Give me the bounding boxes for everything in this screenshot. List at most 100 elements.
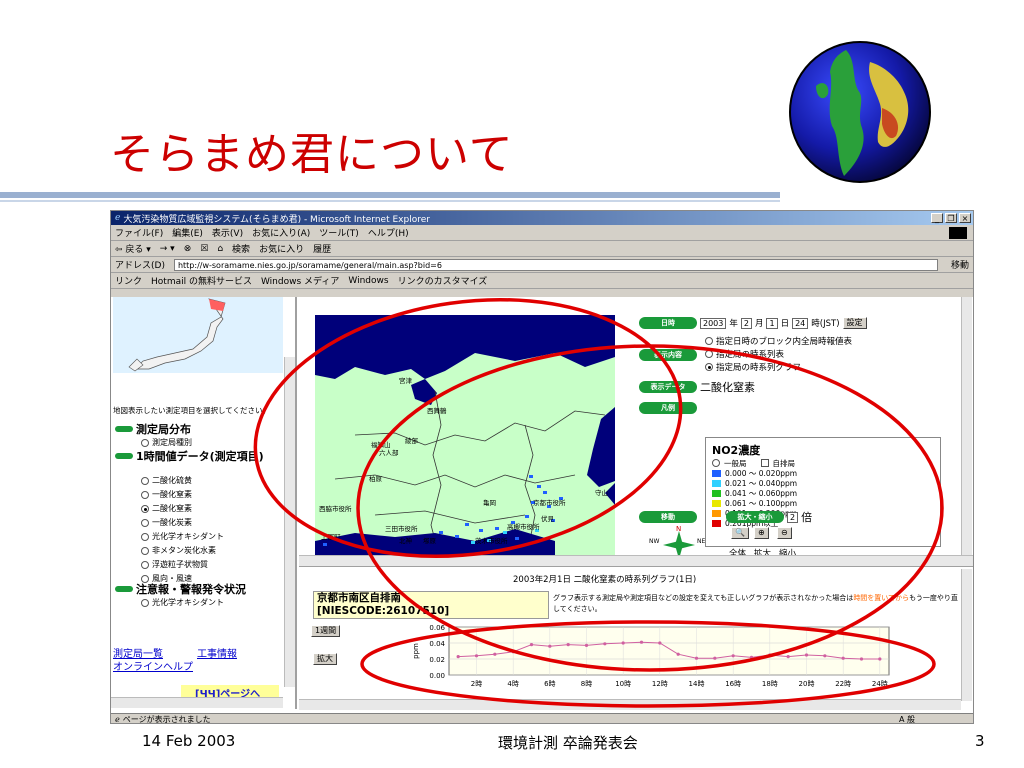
x-tick-label: 18時 (762, 680, 778, 688)
address-bar: アドレス(D) http://w-soramame.nies.go.jp/sor… (111, 257, 973, 273)
display-option-2[interactable]: 指定局の時系列表 (705, 348, 784, 360)
footer-date: 14 Feb 2003 (142, 732, 236, 750)
radio-ox[interactable]: 光化学オキシダント (141, 531, 224, 542)
x-tick-label: 10時 (615, 680, 631, 688)
status-bar: ℯ ページが表示されました A 般 (111, 713, 973, 723)
graph-note-main: グラフ表示する測定局や測定項目などの設定を変えても正しいグラフが表示されなかった… (553, 594, 854, 602)
back-button[interactable]: ⇦ 戻る ▾ (115, 242, 151, 255)
graph-horizontal-scrollbar[interactable] (299, 699, 961, 710)
display-option-3[interactable]: 指定局の時系列グラフ (705, 361, 801, 373)
display-option-1[interactable]: 指定日時のブロック内全局時報値表 (705, 335, 852, 347)
zoom-in-button[interactable]: ⊕ (754, 527, 769, 539)
title-rule-thin (0, 200, 780, 202)
radio-label: 指定局の時系列グラフ (716, 363, 802, 373)
data-point (804, 653, 809, 657)
link-customize[interactable]: リンクのカスタマイズ (398, 274, 488, 287)
radio-nmhc[interactable]: 非メタン炭化水素 (141, 545, 216, 556)
graph-vertical-scrollbar[interactable] (961, 569, 972, 701)
zoom-button: 拡大・縮小 (726, 511, 784, 523)
section-pill-icon (115, 426, 133, 432)
radio-label: 二酸化硫黄 (152, 476, 192, 485)
year-select[interactable]: 2003 (700, 317, 727, 329)
one-week-button[interactable]: 1週間 (311, 625, 341, 637)
radio-indicator (705, 363, 713, 371)
radio-alert-ox[interactable]: 光化学オキシダント (141, 597, 224, 608)
hour-select[interactable]: 24 (792, 317, 809, 329)
pollution-map[interactable]: 宮津 西舞鶴 福知山 綾部 六人部 柏原 西脇市役所 亀岡 京都市役所 伏見 守… (315, 315, 615, 555)
map-label-kita: 北神 (399, 536, 412, 545)
radio-spm[interactable]: 浮遊粒子状物質 (141, 559, 208, 570)
menu-edit[interactable]: 編集(E) (172, 226, 203, 239)
graph-note: グラフ表示する測定局や測定項目などの設定を変えても正しいグラフが表示されなかった… (553, 593, 959, 615)
data-point (749, 655, 754, 659)
data-point (841, 656, 845, 660)
data-point (511, 650, 515, 654)
radio-label: 光化学オキシダント (152, 598, 224, 607)
footer-event: 環境計測 卒論発表会 (498, 734, 638, 752)
home-button[interactable]: ⌂ (217, 244, 223, 254)
x-tick-label: 14時 (689, 680, 705, 688)
radio-label: 浮遊粒子状物質 (152, 560, 208, 569)
link-hotmail[interactable]: Hotmail の無料サービス (151, 274, 252, 287)
map-label-nishiwaki: 西脇市役所 (319, 504, 352, 513)
forward-button[interactable]: → ▾ (160, 244, 175, 254)
left-horizontal-scrollbar[interactable] (111, 697, 283, 708)
radio-indicator (705, 337, 713, 345)
left-vertical-scrollbar[interactable] (284, 357, 295, 687)
legend-level-0: 0.000 〜 0.020ppm (712, 468, 934, 478)
radio-co[interactable]: 一酸化炭素 (141, 517, 192, 528)
expand-button[interactable]: 拡大 (313, 653, 337, 665)
stop-button[interactable]: ⊗ (184, 244, 192, 254)
set-button[interactable]: 設定 (842, 317, 867, 329)
menu-file[interactable]: ファイル(F) (115, 226, 163, 239)
map-label-kameoka: 亀岡 (483, 498, 496, 507)
radio-indicator (705, 350, 713, 358)
links-bar: リンク Hotmail の無料サービス Windows メディア Windows… (111, 273, 973, 289)
menu-favorites[interactable]: お気に入り(A) (252, 226, 310, 239)
favorites-button[interactable]: お気に入り (259, 242, 304, 255)
graph-note-link[interactable]: 時間を置いてから (853, 594, 909, 602)
menu-view[interactable]: 表示(V) (212, 226, 243, 239)
link-windows[interactable]: Windows (348, 276, 388, 286)
map-label-nishimaizuru: 西舞鶴 (427, 406, 447, 415)
search-button[interactable]: 検索 (232, 242, 250, 255)
link-online-help[interactable]: オンラインヘルプ (113, 658, 193, 673)
refresh-button[interactable]: ☒ (200, 244, 208, 254)
map-frame: 宮津 西舞鶴 福知山 綾部 六人部 柏原 西脇市役所 亀岡 京都市役所 伏見 守… (299, 297, 973, 567)
menu-help[interactable]: ヘルプ(H) (368, 226, 409, 239)
slide-title: そらまめ君について (110, 129, 514, 180)
radio-so2[interactable]: 二酸化硫黄 (141, 475, 192, 486)
restore-button[interactable]: ❐ (945, 213, 957, 223)
x-tick-label: 20時 (799, 680, 815, 688)
whole-view-button[interactable]: 🔍 (731, 527, 749, 539)
graph-title: 2003年2月1日 二酸化窒素の時系列グラフ(1日) (513, 575, 697, 585)
go-button[interactable]: 移動 (951, 258, 969, 271)
radio-no[interactable]: 一酸化窒素 (141, 489, 192, 500)
x-tick-label: 2時 (471, 680, 482, 688)
left-frame: 地図表示したい測定項目を選択してください。 測定局分布 測定局種別 1時間値デー… (111, 297, 297, 709)
zoom-out-button[interactable]: ⊖ (777, 527, 792, 539)
map-label-kamigori: 上郡町 (321, 532, 341, 541)
menu-tools[interactable]: ツール(T) (319, 226, 359, 239)
data-point (548, 644, 552, 648)
radio-indicator (141, 438, 149, 447)
japan-minimap[interactable] (113, 297, 283, 373)
minimize-button[interactable]: _ (931, 213, 943, 223)
month-select[interactable]: 2 (740, 317, 752, 329)
close-button[interactable]: × (959, 213, 971, 223)
zoom-select[interactable]: 2 (787, 511, 799, 523)
link-windows-media[interactable]: Windows メディア (261, 274, 339, 287)
map-horizontal-scrollbar[interactable] (299, 555, 973, 566)
history-button[interactable]: 履歴 (313, 242, 331, 255)
address-input[interactable]: http://w-soramame.nies.go.jp/soramame/ge… (173, 258, 938, 271)
map-vertical-scrollbar[interactable] (961, 297, 972, 555)
link-construction-info[interactable]: 工事情報 (197, 645, 237, 660)
map-label-fukuchiyama: 福知山 (371, 440, 391, 449)
radio-indicator (141, 518, 149, 527)
radio-station-type[interactable]: 測定局種別 (141, 437, 192, 448)
roadside-station-icon (760, 459, 769, 467)
data-point (694, 656, 699, 660)
radio-no2[interactable]: 二酸化窒素 (141, 503, 192, 514)
x-tick-label: 24時 (872, 680, 888, 688)
day-select[interactable]: 1 (766, 317, 778, 329)
